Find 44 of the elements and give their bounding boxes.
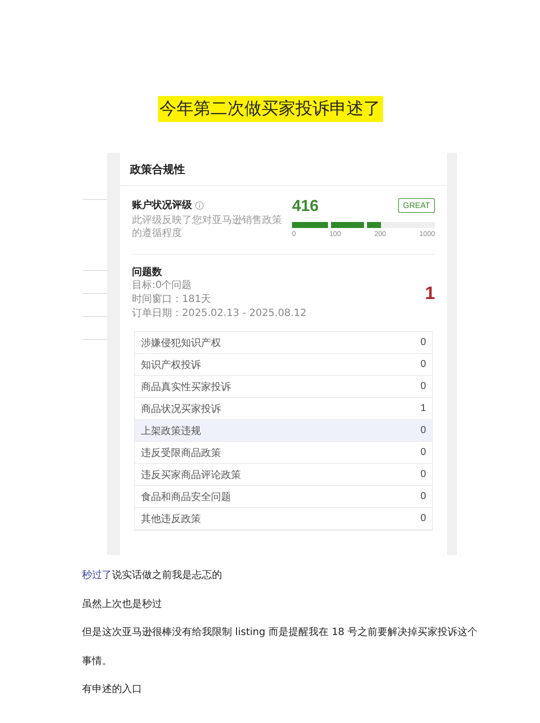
row-label: 违反买家商品评论政策 bbox=[141, 468, 241, 482]
table-row[interactable]: 涉嫌侵犯知识产权 0 bbox=[135, 332, 432, 354]
rating-description: 此评级反映了您对亚马逊销售政策的遵循程度 bbox=[132, 214, 282, 240]
row-count: 0 bbox=[420, 513, 426, 524]
row-label: 上架政策违规 bbox=[141, 424, 201, 438]
date-range: 订单日期：2025.02.13 - 2025.08.12 bbox=[132, 307, 306, 321]
row-label: 商品真实性买家投诉 bbox=[141, 380, 231, 394]
table-row[interactable]: 商品真实性买家投诉 0 bbox=[135, 376, 432, 398]
page-title: 今年第二次做买家投诉申述了 bbox=[158, 96, 382, 122]
info-icon[interactable] bbox=[195, 200, 204, 210]
table-row[interactable]: 食品和商品安全问题 0 bbox=[135, 486, 432, 508]
panel-heading: 政策合规性 bbox=[120, 153, 447, 186]
row-label: 商品状况买家投诉 bbox=[141, 402, 221, 416]
row-label: 违反受限商品政策 bbox=[141, 446, 221, 460]
row-count: 0 bbox=[420, 491, 426, 502]
row-label: 知识产权投诉 bbox=[141, 358, 201, 372]
paragraph: 有申述的入口 bbox=[82, 683, 143, 698]
paragraph: 秒过了说实话做之前我是忐忑的 bbox=[82, 569, 223, 583]
link[interactable]: 秒过了 bbox=[82, 570, 112, 581]
issue-count: 1 bbox=[424, 282, 435, 304]
row-count: 0 bbox=[420, 381, 426, 392]
row-count: 0 bbox=[420, 469, 426, 480]
score-value: 416 bbox=[292, 198, 319, 216]
row-count: 0 bbox=[420, 359, 426, 370]
row-label: 食品和商品安全问题 bbox=[141, 490, 231, 504]
table-row[interactable]: 知识产权投诉 0 bbox=[135, 354, 432, 376]
issues-label: 问题数 bbox=[132, 266, 163, 279]
row-count: 0 bbox=[420, 337, 426, 348]
row-count: 1 bbox=[420, 403, 426, 414]
table-row[interactable]: 违反买家商品评论政策 0 bbox=[135, 464, 432, 486]
paragraph: 虽然上次也是秒过 bbox=[82, 598, 163, 612]
table-row[interactable]: 上架政策违规 0 bbox=[135, 420, 432, 442]
row-label: 涉嫌侵犯知识产权 bbox=[141, 336, 221, 350]
row-count: 0 bbox=[420, 447, 426, 458]
window-text: 时间窗口：181天 bbox=[132, 293, 212, 307]
rating-label: 账户状况评级 bbox=[132, 198, 192, 212]
table-row[interactable]: 其他违反政策 0 bbox=[135, 508, 432, 530]
paragraph: 但是这次亚马逊很棒没有给我限制 listing 而是提醒我在 18 号之前要解决掉买家投诉这个 bbox=[82, 626, 479, 640]
rating-badge: GREAT bbox=[398, 198, 435, 213]
row-label: 其他违反政策 bbox=[141, 512, 201, 526]
row-count: 0 bbox=[420, 425, 426, 436]
target-text: 目标:0个问题 bbox=[132, 279, 193, 293]
paragraph: 事情。 bbox=[82, 654, 113, 669]
table-row[interactable]: 违反受限商品政策 0 bbox=[135, 442, 432, 464]
